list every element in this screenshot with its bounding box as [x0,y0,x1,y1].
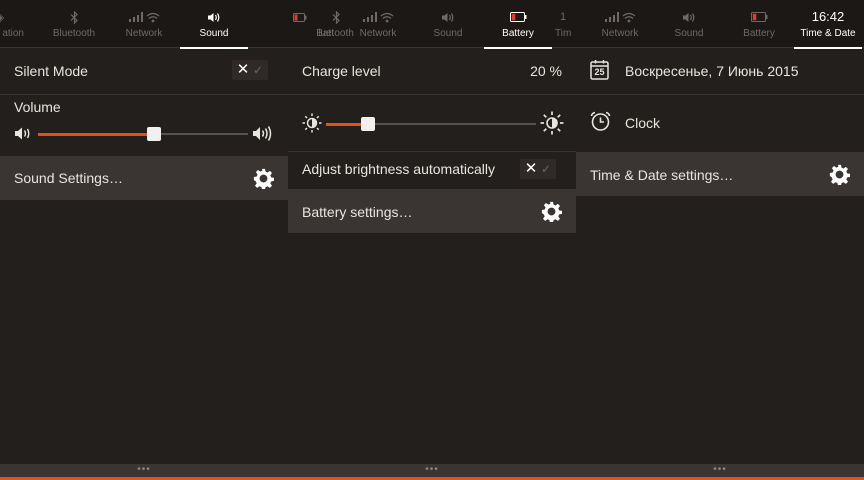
tab-bluetooth[interactable]: Bluetooth [38,0,110,48]
battery-low-icon [750,12,767,22]
wifi-icon [380,12,393,22]
brightness-low-icon [302,113,322,133]
indicator-tab-bar[interactable]: Batt luetooth Network Sound Battery 1 Ti… [288,0,576,49]
brightness-row [288,95,576,151]
datetime-settings-row[interactable]: Time & Date settings… [576,152,864,196]
battery-indicator-panel: Batt luetooth Network Sound Battery 1 Ti… [288,0,576,480]
clock-row[interactable]: Clock [576,95,864,151]
close-icon: ✕ [524,160,538,177]
alarm-clock-icon [590,111,611,131]
sound-settings-label: Sound Settings… [14,170,123,186]
date-label: Воскресенье, 7 Июнь 2015 [625,63,799,79]
volume-high-icon [253,126,272,141]
speaker-icon [683,12,695,22]
auto-brightness-label: Adjust brightness automatically [302,161,495,177]
tab-sound[interactable]: Sound [178,0,250,49]
datetime-indicator-panel: Network Sound Battery 16:42 Time & Date … [576,0,864,480]
bluetooth-icon [70,10,78,24]
charge-level-row: Charge level 20 % [288,48,576,94]
signal-icon [604,12,619,22]
battery-settings-row[interactable]: Battery settings… [288,189,576,233]
speaker-icon [208,12,220,22]
silent-mode-row[interactable]: Silent Mode ✕ ✓ [0,48,288,94]
bottom-handle[interactable]: ••• [288,464,576,480]
auto-brightness-row[interactable]: Adjust brightness automatically ✕ ✓ [288,152,576,188]
signal-icon [362,12,377,22]
sound-indicator-panel: ◈ ation Bluetooth Network Sound Silent M… [0,0,288,480]
bluetooth-icon [332,10,340,24]
tab-network[interactable]: Network [108,0,180,48]
sound-settings-row[interactable]: Sound Settings… [0,156,288,200]
clock-label: Clock [625,115,661,131]
speaker-icon [442,12,454,22]
brightness-slider-thumb[interactable] [361,117,375,131]
wifi-icon [622,12,635,22]
volume-slider-thumb[interactable] [146,127,161,141]
brightness-high-icon [540,111,564,135]
notification-icon: ◈ [0,11,4,24]
auto-brightness-switch[interactable]: ✕ ✓ [520,159,556,179]
datetime-settings-label: Time & Date settings… [590,167,734,183]
silent-mode-label: Silent Mode [14,63,88,79]
battery-low-icon [509,12,526,22]
date-row[interactable]: 25 Воскресенье, 7 Июнь 2015 [576,48,864,94]
tab-network[interactable]: Network [584,0,656,48]
gear-icon [541,201,562,222]
charge-level-label: Charge level [302,63,381,79]
tab-time-partial[interactable]: 1 Tim [552,0,576,48]
calendar-day-number: 25 [594,67,605,77]
wifi-icon [146,12,159,22]
gear-icon [253,168,274,189]
indicator-tab-bar[interactable]: Network Sound Battery 16:42 Time & Date [576,0,864,49]
handle-dots: ••• [137,464,151,475]
tab-notification[interactable]: ◈ ation [0,0,36,48]
tab-battery[interactable]: Battery [723,0,795,48]
handle-dots: ••• [713,464,727,475]
battery-settings-label: Battery settings… [302,204,413,220]
handle-dots: ••• [425,464,439,475]
volume-row: Volume [0,95,288,155]
clock-time: 16:42 [811,9,845,24]
check-icon: ✓ [540,162,552,176]
bottom-handle[interactable]: ••• [576,464,864,480]
tab-battery[interactable]: Battery [482,0,554,49]
volume-label: Volume [14,99,61,115]
calendar-icon: 25 [590,59,609,80]
close-icon: ✕ [236,61,250,78]
tab-sound[interactable]: Sound [412,0,484,48]
volume-slider-fill [38,133,154,136]
indicator-tab-bar[interactable]: ◈ ation Bluetooth Network Sound [0,0,288,49]
tab-sound[interactable]: Sound [653,0,725,48]
charge-level-value: 20 % [530,63,562,79]
tab-network[interactable]: Network [342,0,414,48]
tab-time-date[interactable]: 16:42 Time & Date [792,0,864,49]
gear-icon [829,164,850,185]
silent-mode-switch[interactable]: ✕ ✓ [232,60,268,80]
bottom-handle[interactable]: ••• [0,464,288,480]
volume-low-icon [15,127,30,140]
signal-icon [128,12,143,22]
check-icon: ✓ [252,63,264,77]
